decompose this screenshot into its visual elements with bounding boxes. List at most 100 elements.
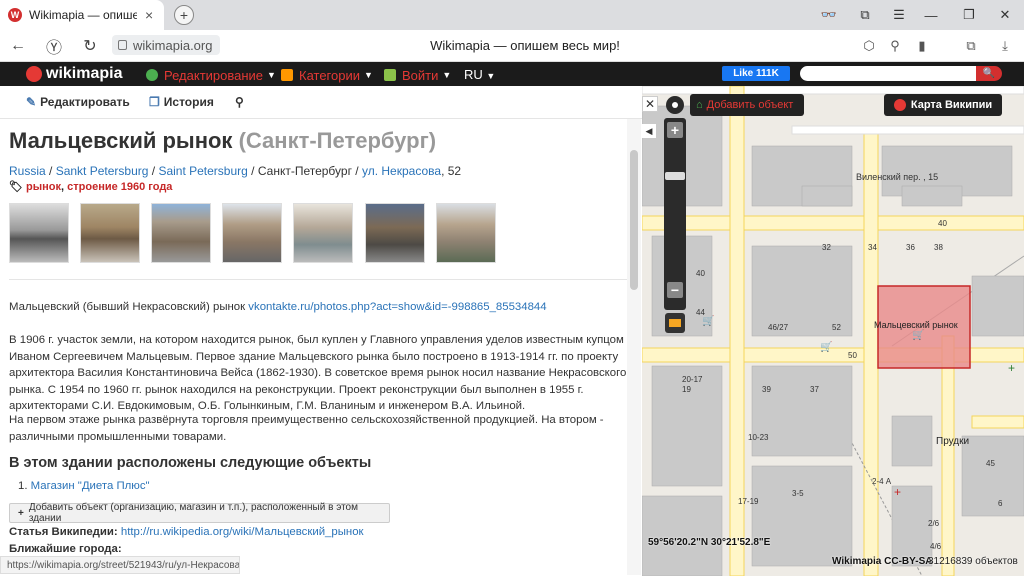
svg-text:2-4 А: 2-4 А [872,477,892,486]
chevron-down-icon: ▼ [486,71,496,81]
collections-icon[interactable]: ⧉ [856,6,874,24]
photo-thumbnail[interactable] [436,203,496,263]
wiki-map-button[interactable]: Карта Википии [884,94,1002,116]
chevron-down-icon: ▼ [267,70,276,80]
photo-thumbnail[interactable] [80,203,140,263]
svg-text:17-19: 17-19 [738,497,759,506]
back-arrow-icon[interactable]: ← [8,36,28,56]
map-street-label: Виленский пер. , 15 [856,172,938,182]
logo-text: wikimapia [46,65,123,82]
edit-button[interactable]: ✎ Редактировать [26,95,130,109]
svg-text:40: 40 [938,219,947,228]
language-select[interactable]: RU ▼ [464,67,495,82]
reload-icon[interactable]: ↻ [80,36,100,56]
crumb-street[interactable]: ул. Некрасова [362,164,441,178]
place-city: (Санкт-Петербург) [238,128,437,153]
chevron-down-icon: ▼ [364,70,373,80]
wikipedia-label: Статья Википедии: [9,526,118,538]
yandex-icon[interactable]: Ⓨ [44,36,64,57]
svg-text:3-5: 3-5 [792,489,804,498]
nav-login[interactable]: Войти ▼ [384,67,451,83]
protect-icon[interactable]: ⬡ [860,37,878,55]
nav-edit-label: Редактирование [164,67,264,83]
crumb-city[interactable]: Saint Petersburg [158,164,247,178]
zoom-out-button[interactable]: − [667,282,683,298]
tab-title: Wikimapia — опишем в [29,8,137,22]
list-number: 1. [18,480,28,492]
map-search-input[interactable] [800,66,976,81]
url-field[interactable]: wikimapia.org [112,35,220,55]
history-button[interactable]: ❐ История [149,95,214,109]
svg-text:🛒: 🛒 [912,328,924,341]
logo-icon [26,66,42,82]
svg-text:🛒: 🛒 [820,340,832,353]
bookmark-icon[interactable]: ▮ [913,37,931,55]
scrollbar-thumb[interactable] [630,150,638,290]
svg-text:40: 40 [696,269,705,278]
zoom-in-button[interactable]: + [667,122,683,138]
new-tab-button[interactable]: + [174,5,194,25]
login-icon [384,69,396,81]
zoom-slider-handle[interactable] [665,172,685,180]
svg-text:34: 34 [868,243,877,252]
svg-text:+: + [894,485,901,499]
wikimapia-logo[interactable]: wikimapia [26,64,122,84]
wiki-map-label: Карта Википии [910,99,993,111]
minimize-icon[interactable]: — [922,6,940,24]
svg-text:🛒: 🛒 [702,314,714,327]
wikipedia-link[interactable]: http://ru.wikipedia.org/wiki/Мальцевский… [121,526,364,538]
collapse-arrow-icon[interactable]: ◀ [642,124,656,138]
photo-thumbnail[interactable] [222,203,282,263]
photo-thumbnail[interactable] [293,203,353,263]
locate-pin-icon[interactable]: ⚲ [235,95,244,109]
map-prudki-label: Прудки [936,436,969,447]
svg-text:45: 45 [986,459,995,468]
facebook-like-button[interactable]: Like 111K [722,66,790,81]
map-object-count: 31216839 объектов [928,556,1018,567]
wikimapia-logo-icon [893,99,906,111]
map-credit[interactable]: Wikimapia CC-BY-SA [832,556,932,567]
crumb-region[interactable]: Sankt Petersburg [56,164,149,178]
tab-close-icon[interactable]: × [145,7,153,23]
nav-categories[interactable]: Категории ▼ [281,67,373,83]
search-icon[interactable]: 🔍 [976,66,1002,81]
layers-icon[interactable] [665,313,685,333]
svg-text:2/6: 2/6 [928,519,940,528]
history-icon: ❐ [149,95,160,109]
map-coordinates: 59°56'20.2"N 30°21'52.8"E [648,537,771,548]
tag-year[interactable]: строение 1960 года [67,181,172,193]
svg-text:6: 6 [998,499,1003,508]
vk-photo-link[interactable]: vkontakte.ru/photos.php?act=show&id=-998… [248,301,546,313]
page-title: Wikimapia — опишем весь мир! [430,38,620,53]
add-place-icon: ⌂ [696,99,703,111]
add-object-button[interactable]: + Добавить объект (организацию, магазин и… [9,502,390,524]
photo-thumbnail[interactable] [365,203,425,263]
crumb-country[interactable]: Russia [9,164,46,178]
nav-categories-label: Категории [299,67,360,83]
url-text: wikimapia.org [133,37,213,53]
photo-thumbnail[interactable] [9,203,69,263]
chevron-down-icon: ▼ [442,70,452,80]
reader-glasses-icon[interactable]: 👓 [818,6,840,24]
photo-thumbnail[interactable] [151,203,211,263]
object-link[interactable]: Магазин "Диета Плюс" [31,480,150,492]
nav-edit[interactable]: Редактирование ▼ [146,67,276,83]
restore-icon[interactable]: ❐ [960,6,978,24]
tag-market[interactable]: рынок [26,181,61,193]
close-panel-icon[interactable]: ✕ [642,96,658,112]
map-view[interactable]: Виленский пер. , 15 Мальцевский рынок Пр… [642,86,1024,576]
download-icon[interactable]: ⤓ [996,37,1014,55]
intro-text: Мальцевский (бывший Некрасовский) рынок [9,301,249,313]
locate-icon[interactable] [666,96,684,114]
collections-side-icon[interactable]: ⧉ [962,37,980,55]
divider [9,279,627,280]
location-icon[interactable]: ⚲ [886,37,904,55]
window-close-icon[interactable]: ✕ [996,6,1014,24]
svg-text:10-23: 10-23 [748,433,769,442]
history-label: История [163,95,214,109]
notifications-icon[interactable]: ☰ [890,6,908,24]
crumb-house: , 52 [441,164,462,178]
svg-text:37: 37 [810,385,819,394]
map-add-object-button[interactable]: ⌂ Добавить объект [690,94,804,116]
browser-tab[interactable]: W Wikimapia — опишем в × [0,0,164,30]
